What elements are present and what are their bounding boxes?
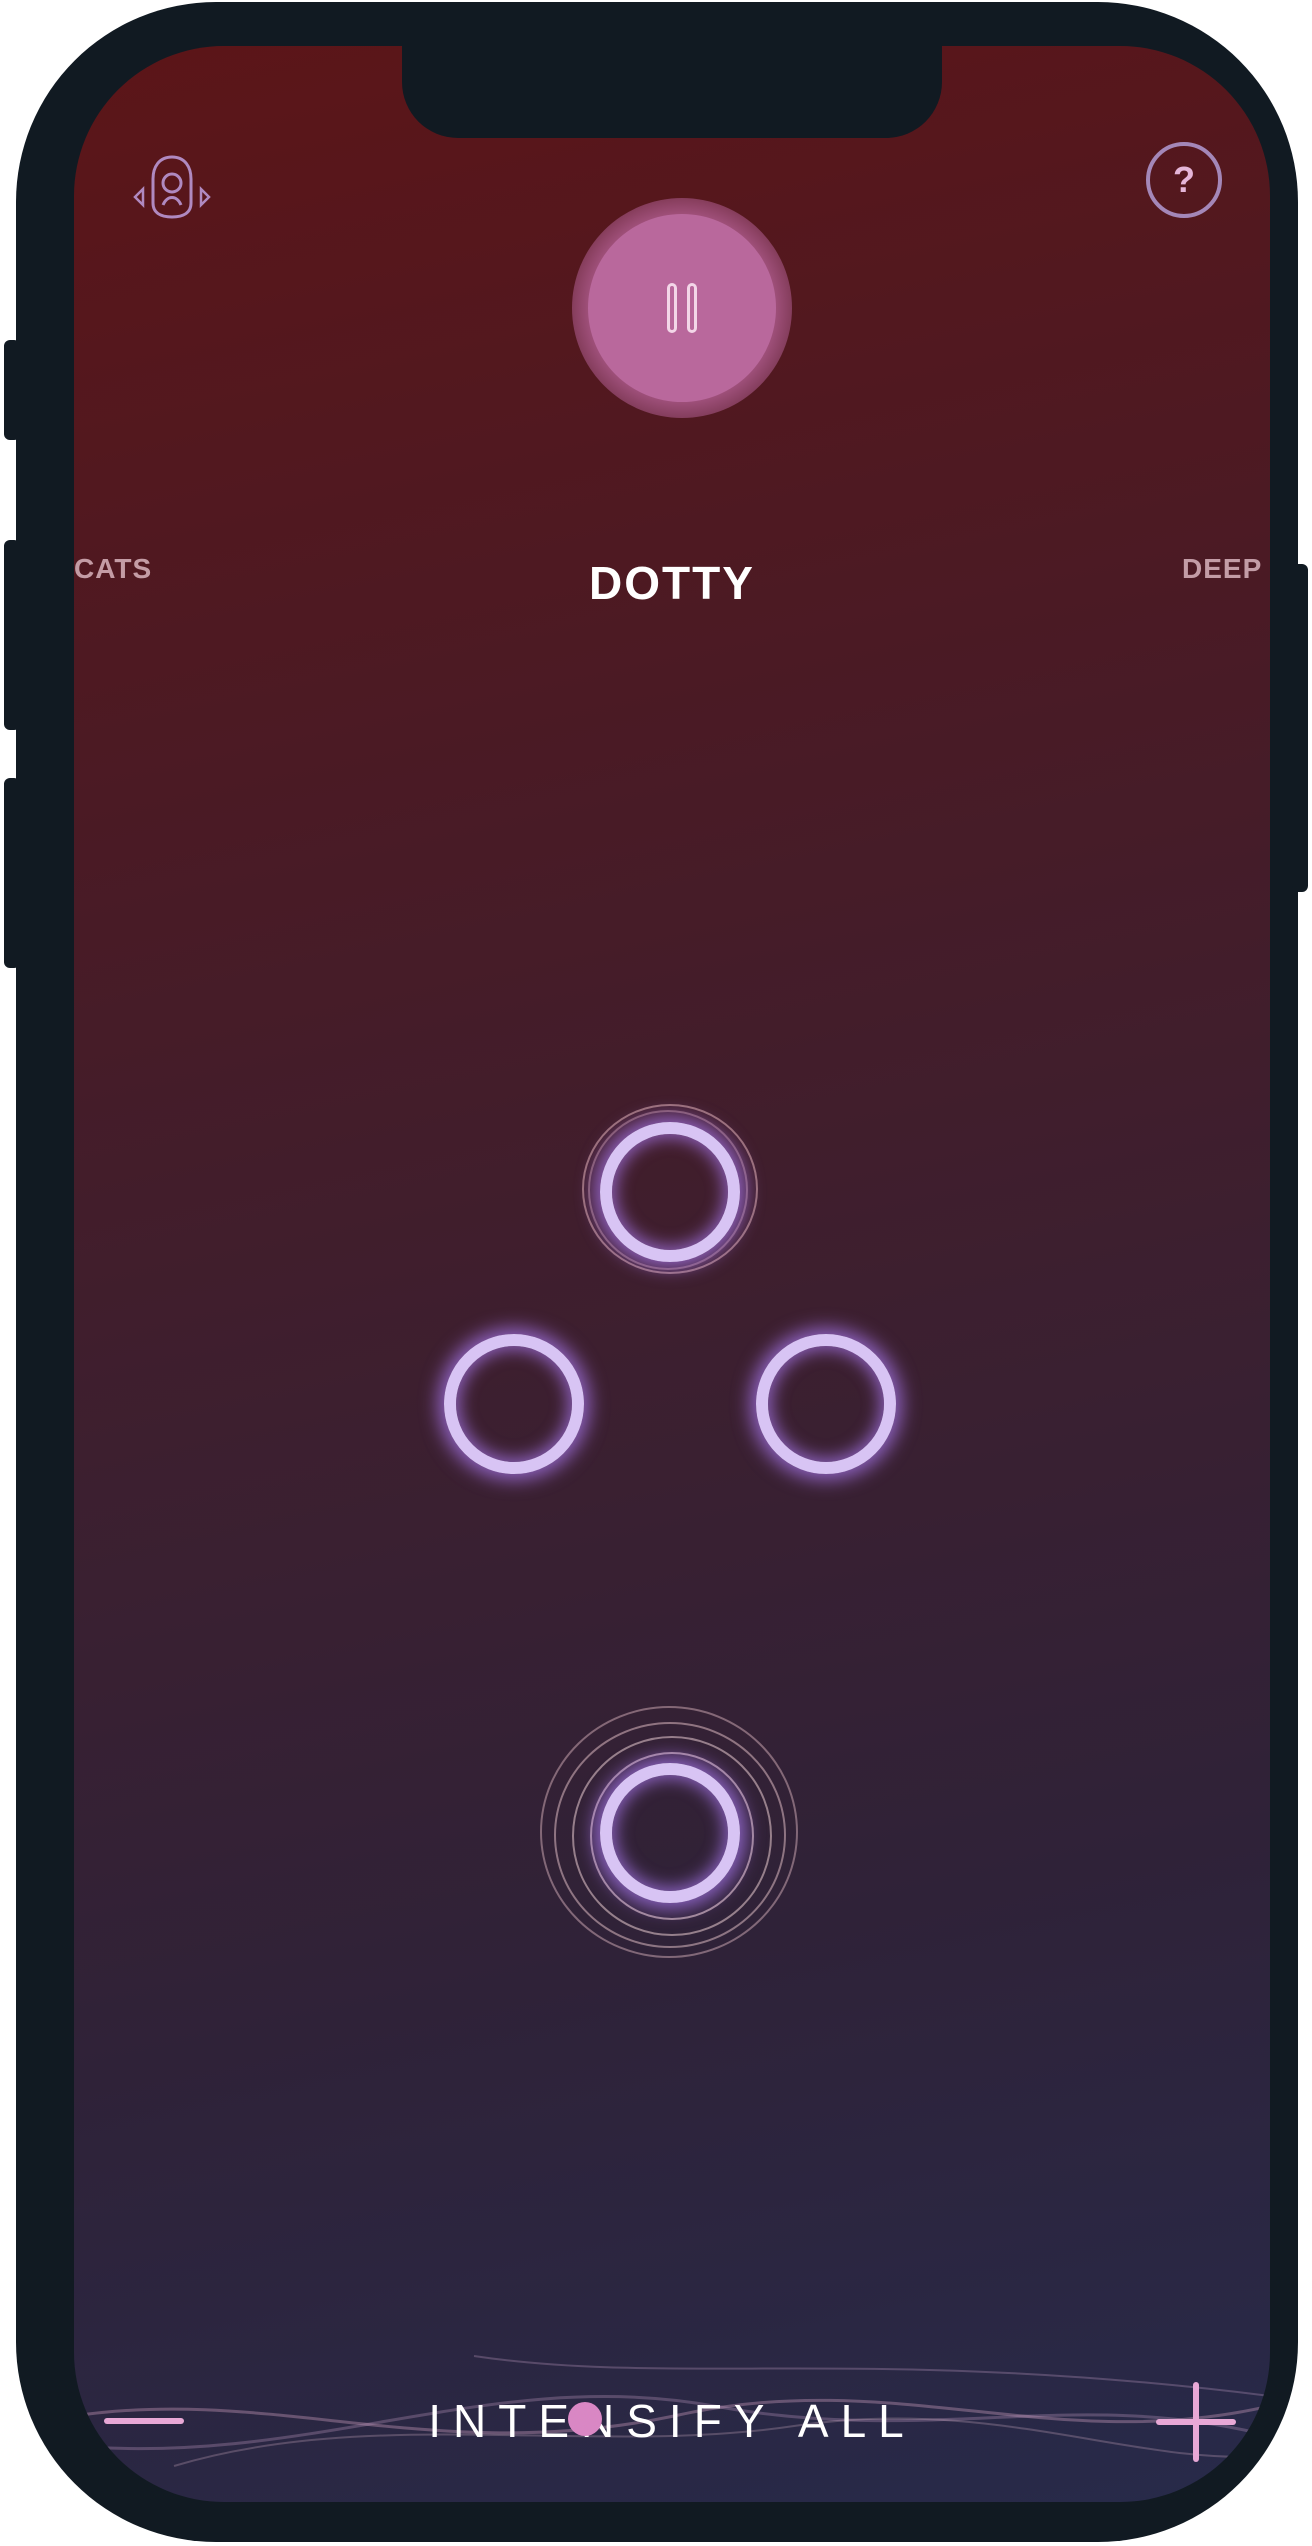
app-screen: ? CATS DOTTY DEEP INTENSIFY ALL <box>74 46 1270 2502</box>
pause-icon <box>667 283 697 333</box>
phone-frame: ? CATS DOTTY DEEP INTENSIFY ALL <box>16 2 1298 2542</box>
mute-switch <box>4 340 20 440</box>
carousel-current-title: DOTTY <box>589 557 755 609</box>
sound-dot-bottom[interactable] <box>600 1763 740 1903</box>
volume-up-button <box>4 540 20 730</box>
sound-dot-right[interactable] <box>756 1334 896 1474</box>
pause-button-core <box>588 214 776 402</box>
intensify-all-label: INTENSIFY ALL <box>428 2395 916 2447</box>
sound-dot-left[interactable] <box>444 1334 584 1474</box>
carousel-next-item[interactable]: DEEP <box>1182 553 1262 585</box>
intensity-slider-handle[interactable] <box>568 2402 602 2436</box>
plus-icon[interactable] <box>1156 2382 1236 2462</box>
cat-head-icon[interactable] <box>124 142 220 238</box>
help-icon: ? <box>1173 159 1195 200</box>
help-button[interactable]: ? <box>1146 142 1222 218</box>
device-notch <box>402 46 942 138</box>
pause-button[interactable] <box>572 198 792 418</box>
intensify-bar: INTENSIFY ALL <box>74 2346 1270 2502</box>
volume-down-button <box>4 778 20 968</box>
sound-dot-top[interactable] <box>600 1122 740 1262</box>
power-button <box>1292 564 1308 892</box>
